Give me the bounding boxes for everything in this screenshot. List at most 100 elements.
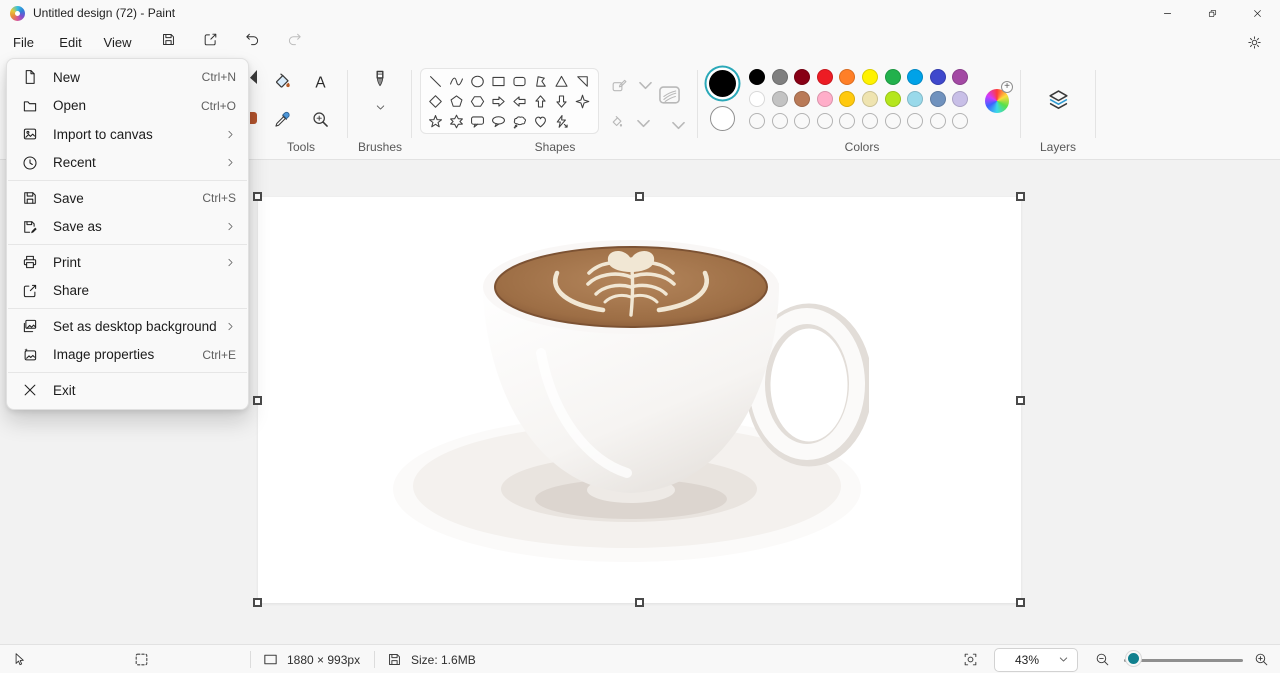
color-swatch-c3c3c3[interactable] xyxy=(771,91,788,107)
shape-ellipse[interactable] xyxy=(467,71,488,91)
color-swatch-empty[interactable] xyxy=(907,113,924,129)
shape-polygon[interactable] xyxy=(530,71,551,91)
file-menu-item-save[interactable]: Save Ctrl+S xyxy=(7,184,248,213)
stroke-size-button[interactable] xyxy=(656,82,683,109)
shape-curve[interactable] xyxy=(446,71,467,91)
foreground-color-swatch[interactable] xyxy=(709,70,736,97)
color-swatch-empty[interactable] xyxy=(794,113,811,129)
zoom-slider-thumb[interactable] xyxy=(1126,651,1141,666)
color-swatch-fff200[interactable] xyxy=(861,69,878,85)
shape-star-four[interactable] xyxy=(572,91,593,111)
color-swatch-ed1c24[interactable] xyxy=(816,69,833,85)
resize-handle-top-left[interactable] xyxy=(253,192,262,201)
fit-to-screen-button[interactable] xyxy=(962,645,979,673)
color-swatch-ff7f27[interactable] xyxy=(839,69,856,85)
color-swatch-ffffff[interactable] xyxy=(749,91,765,107)
shape-rectangle[interactable] xyxy=(488,71,509,91)
brushes-button[interactable] xyxy=(363,68,397,113)
file-menu-item-new[interactable]: New Ctrl+N xyxy=(7,63,248,92)
shape-triangle[interactable] xyxy=(551,71,572,91)
color-swatch-empty[interactable] xyxy=(884,113,901,129)
color-swatch-ffc90e[interactable] xyxy=(839,91,856,107)
shape-arrow-up[interactable] xyxy=(530,91,551,111)
shape-star-five[interactable] xyxy=(425,111,446,131)
shape-arrow-down[interactable] xyxy=(551,91,572,111)
undo-button[interactable] xyxy=(237,29,267,55)
file-menu-item-image-properties[interactable]: Image properties Ctrl+E xyxy=(7,341,248,370)
color-swatch-b97a57[interactable] xyxy=(794,91,811,107)
minimize-button[interactable] xyxy=(1145,0,1190,26)
shape-heart[interactable] xyxy=(530,111,551,131)
layers-button[interactable] xyxy=(1045,87,1073,115)
eyedropper-tool-button[interactable] xyxy=(263,103,301,140)
settings-button[interactable] xyxy=(1240,30,1268,54)
shape-outline-button[interactable] xyxy=(610,76,655,95)
color-swatch-99d9ea[interactable] xyxy=(907,91,924,107)
shape-lightning[interactable] xyxy=(551,111,572,131)
background-color-swatch[interactable] xyxy=(710,106,735,131)
chevron-down-icon[interactable] xyxy=(375,102,386,113)
color-swatch-efe4b0[interactable] xyxy=(861,91,878,107)
color-swatch-empty[interactable] xyxy=(929,113,946,129)
color-swatch-22b14c[interactable] xyxy=(884,69,901,85)
magnifier-tool-button[interactable] xyxy=(301,103,339,140)
edit-colors-button[interactable]: + xyxy=(985,81,1013,113)
color-swatch-empty[interactable] xyxy=(861,113,878,129)
shape-pentagon[interactable] xyxy=(446,91,467,111)
text-tool-tool-button[interactable]: A xyxy=(301,66,339,103)
shape-diamond[interactable] xyxy=(425,91,446,111)
menu-edit[interactable]: Edit xyxy=(47,30,94,55)
zoom-slider-track[interactable] xyxy=(1124,658,1243,662)
shape-speech-oval[interactable] xyxy=(488,111,509,131)
color-swatch-empty[interactable] xyxy=(839,113,856,129)
shape-speech-rounded[interactable] xyxy=(467,111,488,131)
shape-star-six[interactable] xyxy=(446,111,467,131)
resize-handle-bottom-right[interactable] xyxy=(1016,598,1025,607)
share-button[interactable] xyxy=(195,29,225,55)
file-menu-item-set-as-desktop-background[interactable]: Set as desktop background xyxy=(7,312,248,341)
color-swatch-7092be[interactable] xyxy=(929,91,946,107)
shape-right-triangle[interactable] xyxy=(572,71,593,91)
file-menu-item-recent[interactable]: Recent xyxy=(7,149,248,178)
file-menu-item-open[interactable]: Open Ctrl+O xyxy=(7,92,248,121)
file-menu-item-import-to-canvas[interactable]: Import to canvas xyxy=(7,120,248,149)
color-swatch-a349a4[interactable] xyxy=(952,69,969,85)
redo-button[interactable] xyxy=(279,29,309,55)
color-swatch-880015[interactable] xyxy=(794,69,811,85)
save-button[interactable] xyxy=(153,29,183,55)
color-swatch-ffaec9[interactable] xyxy=(816,91,833,107)
color-swatch-empty[interactable] xyxy=(771,113,788,129)
color-swatch-00a2e8[interactable] xyxy=(907,69,924,85)
color-swatch-7f7f7f[interactable] xyxy=(771,69,788,85)
file-menu-item-save-as[interactable]: Save as xyxy=(7,213,248,242)
file-menu-item-exit[interactable]: Exit xyxy=(7,376,248,405)
menu-view[interactable]: View xyxy=(94,30,141,55)
zoom-in-button[interactable] xyxy=(1253,645,1270,673)
color-swatch-empty[interactable] xyxy=(749,113,765,129)
shape-thought-bubble[interactable] xyxy=(509,111,530,131)
shape-rounded-rectangle[interactable] xyxy=(509,71,530,91)
zoom-out-button[interactable] xyxy=(1094,645,1111,673)
color-swatch-3f48cc[interactable] xyxy=(929,69,946,85)
file-menu-item-share[interactable]: Share xyxy=(7,277,248,306)
restore-button[interactable] xyxy=(1190,0,1235,26)
shape-fill-button[interactable] xyxy=(608,114,653,133)
shape-hexagon[interactable] xyxy=(467,91,488,111)
resize-handle-top-right[interactable] xyxy=(1016,192,1025,201)
resize-handle-middle-right[interactable] xyxy=(1016,396,1025,405)
close-button[interactable] xyxy=(1235,0,1280,26)
fill-bucket-tool-button[interactable] xyxy=(263,66,301,103)
color-swatch-c8bfe7[interactable] xyxy=(952,91,969,107)
shape-arrow-right[interactable] xyxy=(488,91,509,111)
resize-handle-bottom-center[interactable] xyxy=(635,598,644,607)
color-swatch-b5e61d[interactable] xyxy=(884,91,901,107)
menu-file[interactable]: File xyxy=(0,30,47,55)
stroke-size-chevron[interactable] xyxy=(662,116,688,135)
color-swatch-000000[interactable] xyxy=(749,69,765,85)
resize-handle-bottom-left[interactable] xyxy=(253,598,262,607)
color-swatch-empty[interactable] xyxy=(816,113,833,129)
shape-arrow-left[interactable] xyxy=(509,91,530,111)
zoom-dropdown[interactable]: 43% xyxy=(994,647,1078,672)
shape-line[interactable] xyxy=(425,71,446,91)
color-swatch-empty[interactable] xyxy=(952,113,969,129)
